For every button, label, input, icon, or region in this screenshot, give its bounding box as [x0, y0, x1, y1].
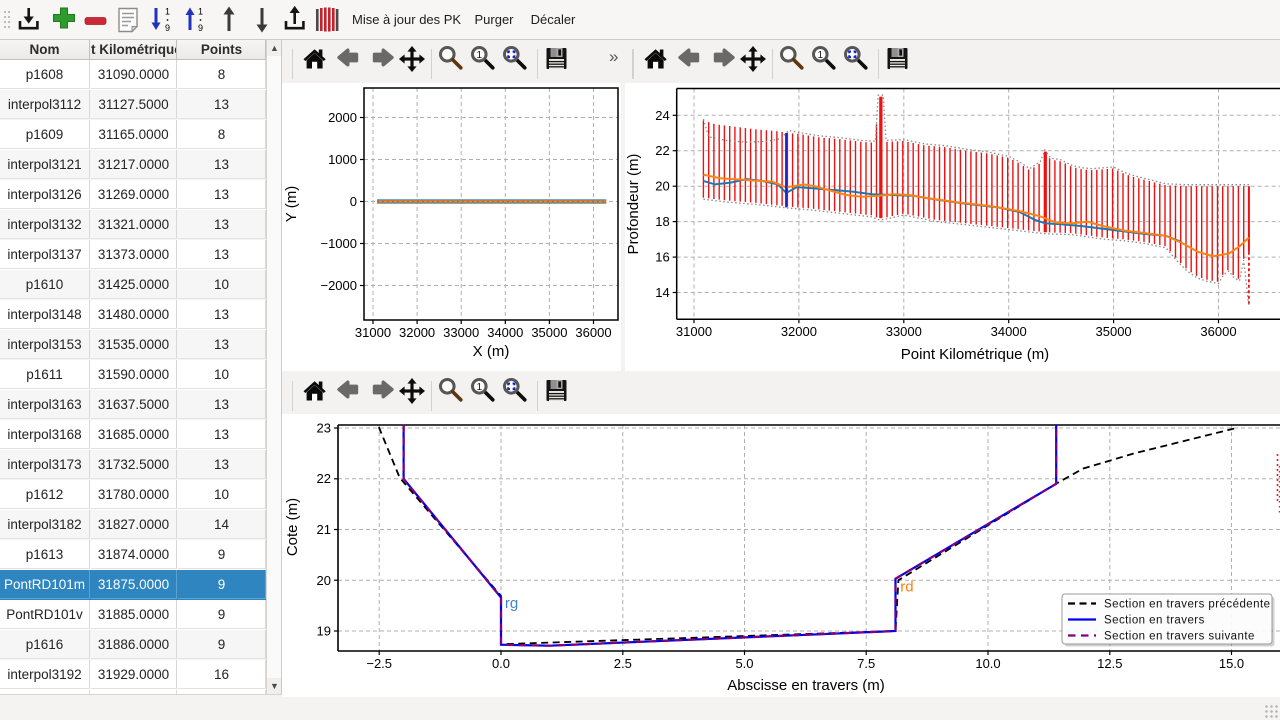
svg-text:Cote (m): Cote (m) — [284, 498, 301, 556]
svg-text:24: 24 — [655, 108, 669, 123]
svg-text:33000: 33000 — [886, 324, 922, 339]
svg-text:33000: 33000 — [443, 325, 479, 340]
svg-text:20: 20 — [317, 573, 331, 588]
svg-text:32000: 32000 — [781, 324, 817, 339]
svg-text:5.0: 5.0 — [735, 656, 753, 671]
svg-text:X (m): X (m) — [473, 343, 510, 360]
svg-text:22: 22 — [317, 471, 331, 486]
svg-text:34000: 34000 — [991, 324, 1027, 339]
svg-text:Profondeur (m): Profondeur (m) — [625, 154, 642, 255]
svg-text:35000: 35000 — [531, 325, 567, 340]
svg-text:Point Kilométrique (m): Point Kilométrique (m) — [901, 346, 1049, 363]
svg-text:rg: rg — [505, 595, 518, 612]
svg-text:23: 23 — [317, 421, 331, 436]
svg-text:7.5: 7.5 — [857, 656, 875, 671]
svg-text:0.0: 0.0 — [492, 656, 510, 671]
svg-text:15.0: 15.0 — [1219, 656, 1244, 671]
svg-text:21: 21 — [317, 522, 331, 537]
svg-text:Abscisse en travers (m): Abscisse en travers (m) — [727, 677, 885, 694]
svg-text:19: 19 — [317, 624, 331, 639]
svg-text:12.5: 12.5 — [1097, 656, 1122, 671]
svg-text:18: 18 — [655, 214, 669, 229]
svg-text:1: 1 — [198, 7, 203, 17]
svg-text:32000: 32000 — [399, 325, 435, 340]
svg-text:0: 0 — [350, 194, 357, 209]
svg-text:Section en travers précédente: Section en travers précédente — [1104, 599, 1270, 611]
svg-text:−2.5: −2.5 — [366, 656, 392, 671]
svg-text:9: 9 — [165, 23, 170, 33]
svg-text:10.0: 10.0 — [975, 656, 1000, 671]
svg-text:rd: rd — [900, 578, 913, 595]
svg-text:34000: 34000 — [487, 325, 523, 340]
svg-text:36000: 36000 — [1200, 324, 1236, 339]
svg-text:31000: 31000 — [676, 324, 712, 339]
svg-text:2000: 2000 — [328, 110, 357, 125]
svg-text:16: 16 — [655, 250, 669, 265]
svg-text:Y (m): Y (m) — [283, 186, 300, 222]
svg-text:−1000: −1000 — [320, 236, 357, 251]
svg-text:1000: 1000 — [328, 152, 357, 167]
svg-text:1: 1 — [165, 7, 170, 17]
svg-text:31000: 31000 — [355, 325, 391, 340]
svg-text:14: 14 — [655, 285, 669, 300]
svg-text:Section en travers: Section en travers — [1104, 615, 1205, 627]
svg-text:36000: 36000 — [575, 325, 611, 340]
svg-text:2.5: 2.5 — [614, 656, 632, 671]
svg-text:20: 20 — [655, 179, 669, 194]
svg-text:22: 22 — [655, 143, 669, 158]
svg-text:9: 9 — [198, 23, 203, 33]
svg-text:Section en travers suivante: Section en travers suivante — [1104, 631, 1255, 643]
svg-text:−2000: −2000 — [320, 278, 357, 293]
svg-text:35000: 35000 — [1096, 324, 1132, 339]
